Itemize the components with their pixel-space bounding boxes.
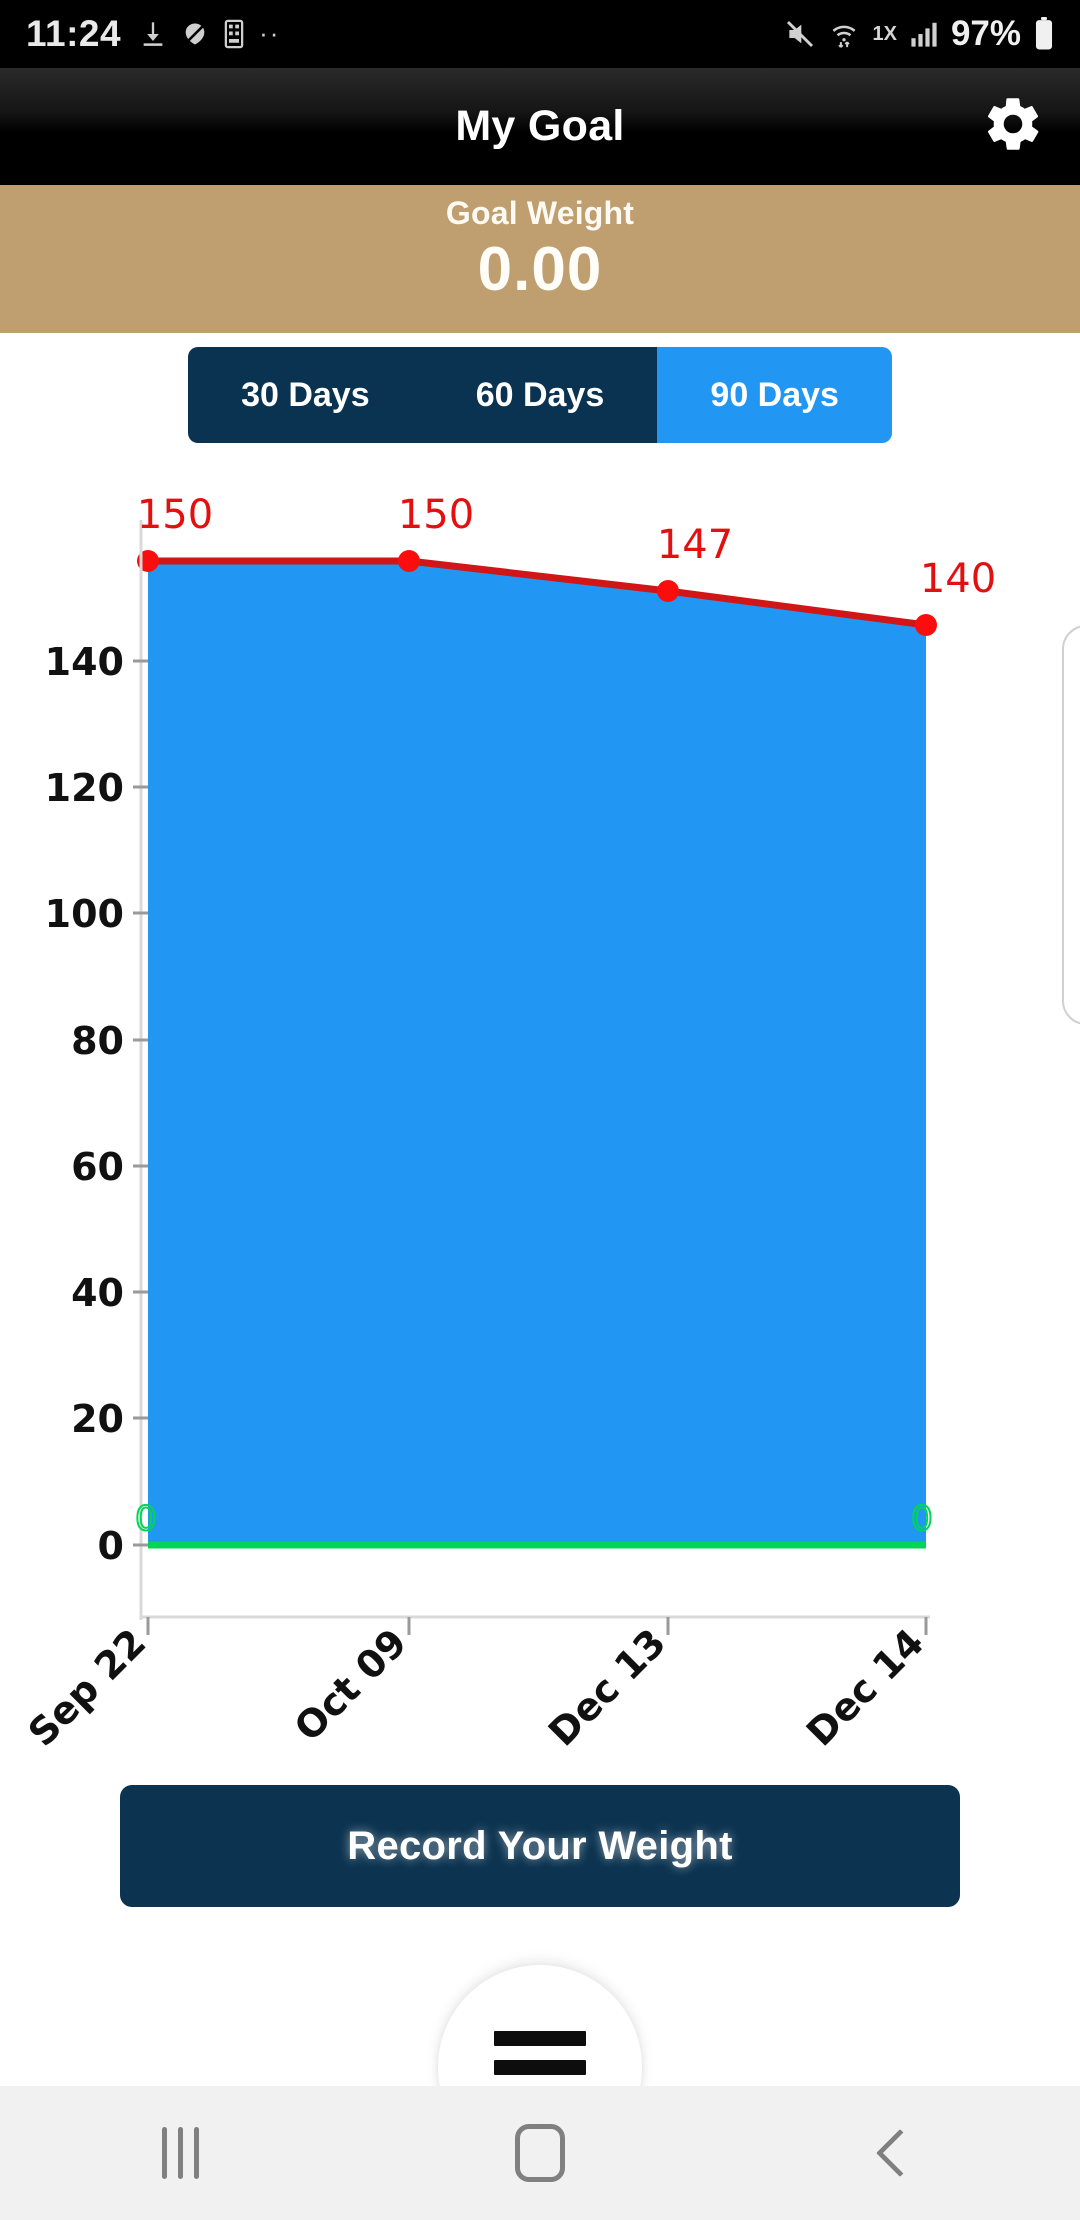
recents-icon xyxy=(161,2127,199,2179)
home-button[interactable] xyxy=(450,2086,630,2220)
app-bar: My Goal xyxy=(0,68,1080,185)
cell-signal-icon xyxy=(910,19,938,49)
point-value-label: 140 xyxy=(920,556,996,602)
recents-button[interactable] xyxy=(90,2086,270,2220)
weight-chart[interactable]: 0 20 40 60 80 100 120 140 150 150 147 14… xyxy=(0,460,1080,1750)
data-point xyxy=(398,550,420,572)
data-point xyxy=(657,580,679,602)
page-title: My Goal xyxy=(455,102,625,150)
status-right-icons: 1X 97% xyxy=(784,14,1054,54)
point-value-label: 147 xyxy=(657,522,733,568)
x-tick-label: Dec 14 xyxy=(798,1620,932,1750)
back-icon xyxy=(875,2128,925,2178)
more-dots-icon: ·· xyxy=(259,18,281,49)
y-tick-label: 40 xyxy=(71,1271,124,1315)
status-bar: 11:24 ·· 1X 97% xyxy=(0,0,1080,68)
data-point xyxy=(915,614,937,636)
point-value-label: 150 xyxy=(398,492,474,538)
android-nav-bar xyxy=(0,2086,1080,2220)
y-tick-label: 20 xyxy=(71,1397,124,1441)
goal-weight-value: 0.00 xyxy=(477,235,603,304)
tab-60-days[interactable]: 60 Days xyxy=(422,347,658,443)
goal-weight-label: Goal Weight xyxy=(445,195,635,231)
y-tick-label: 100 xyxy=(45,892,124,936)
tab-90-days[interactable]: 90 Days xyxy=(657,347,892,443)
home-icon xyxy=(515,2124,565,2182)
side-panel-edge xyxy=(1062,625,1080,1025)
record-weight-button[interactable]: Record Your Weight xyxy=(120,1785,960,1907)
tag-icon xyxy=(181,19,209,49)
y-axis-tick-labels: 0 20 40 60 80 100 120 140 xyxy=(45,640,124,1568)
x-axis-tick-labels: Sep 22 Oct 09 Dec 13 Dec 14 xyxy=(20,1620,933,1750)
chart-area-fill xyxy=(148,561,926,1545)
calculator-icon xyxy=(223,19,245,49)
goal-point-label: 0 xyxy=(135,1499,157,1539)
battery-percent-label: 97% xyxy=(950,14,1021,53)
y-tick-label: 60 xyxy=(71,1145,124,1189)
y-tick-label: 120 xyxy=(45,766,124,810)
goal-point-label: 0 xyxy=(911,1499,933,1539)
weight-chart-svg: 0 20 40 60 80 100 120 140 150 150 147 14… xyxy=(20,492,996,1750)
goal-weight-banner: Goal Weight 0.00 xyxy=(0,185,1080,333)
tab-30-days[interactable]: 30 Days xyxy=(188,347,423,443)
status-clock: 11:24 xyxy=(26,13,122,54)
x-tick-marks xyxy=(146,1617,928,1635)
point-value-label: 150 xyxy=(137,492,213,538)
range-tab-group: 30 Days 60 Days 90 Days xyxy=(188,347,892,443)
x-tick-label: Dec 13 xyxy=(540,1620,674,1750)
x-tick-label: Oct 09 xyxy=(286,1620,415,1749)
settings-button[interactable] xyxy=(978,92,1048,162)
app-screen: 11:24 ·· 1X 97% My Goal Goal Weight 0.00… xyxy=(0,0,1080,2220)
mute-icon xyxy=(784,18,816,50)
battery-icon xyxy=(1034,17,1054,51)
y-tick-label: 0 xyxy=(98,1524,124,1568)
y-tick-label: 140 xyxy=(45,640,124,684)
status-left-icons: ·· xyxy=(139,19,280,49)
wifi-data-icon xyxy=(829,18,859,50)
x-tick-label: Sep 22 xyxy=(20,1620,155,1750)
gear-icon xyxy=(982,93,1044,160)
download-icon xyxy=(139,19,167,49)
network-mode-label: 1X xyxy=(872,22,897,45)
back-button[interactable] xyxy=(810,2086,990,2220)
y-tick-label: 80 xyxy=(71,1019,124,1063)
